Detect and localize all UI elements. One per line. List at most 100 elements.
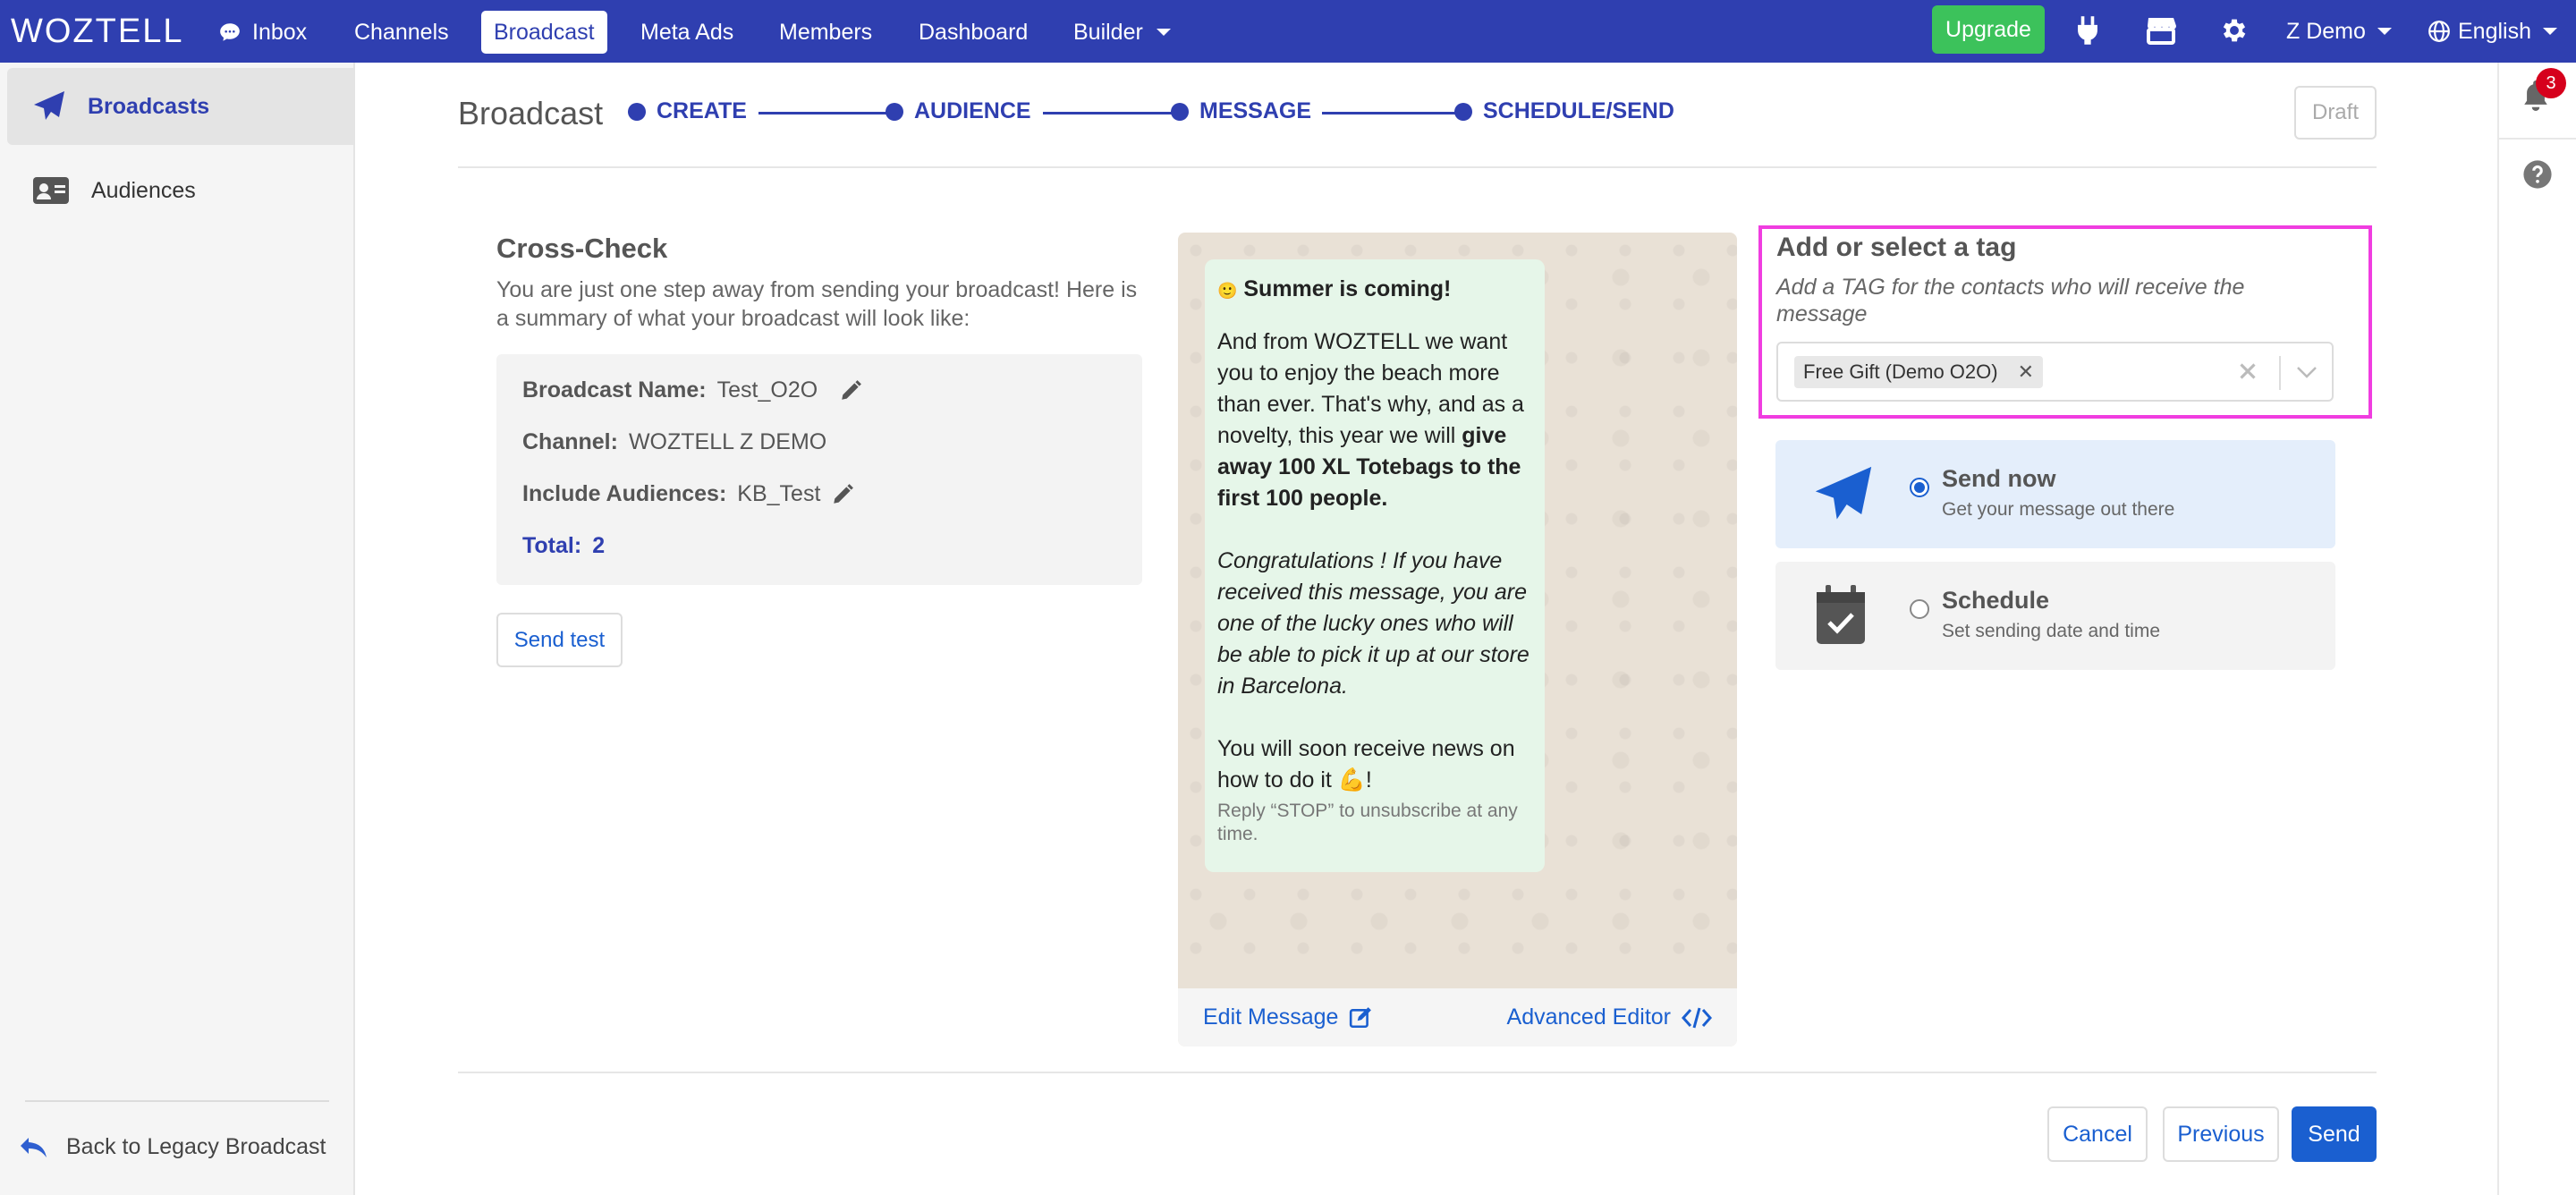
- upgrade-button[interactable]: Upgrade: [1932, 5, 2045, 54]
- advanced-editor-label: Advanced Editor: [1506, 1004, 1671, 1030]
- chat-bubble-icon: [220, 23, 240, 41]
- step-connector: [758, 112, 887, 114]
- caret-down-icon: [1156, 29, 1171, 36]
- send-now-subtitle: Get your message out there: [1942, 499, 2175, 520]
- sidebar-item-label: Audiences: [91, 177, 196, 203]
- send-button[interactable]: Send: [2292, 1106, 2377, 1162]
- summary-label: Include Audiences:: [522, 481, 727, 506]
- draft-button[interactable]: Draft: [2294, 86, 2377, 140]
- notification-badge: 3: [2536, 68, 2566, 98]
- step-message[interactable]: MESSAGE: [1171, 98, 1311, 124]
- step-connector: [1043, 112, 1172, 114]
- nav-dashboard-label: Dashboard: [919, 19, 1029, 45]
- header-divider: [458, 166, 2377, 168]
- tag-chip: Free Gift (Demo O2O) ✕: [1794, 356, 2044, 388]
- summary-value: KB_Test: [737, 481, 821, 506]
- send-now-title: Send now: [1942, 465, 2056, 492]
- nav-builder[interactable]: Builder: [1061, 11, 1184, 54]
- step-dot: [1454, 102, 1472, 121]
- crosscheck-description: You are just one step away from sending …: [496, 277, 1138, 331]
- preview-footer-bar: Edit Message Advanced Editor: [1178, 988, 1737, 1047]
- caret-down-icon: [2543, 28, 2557, 35]
- calendar-check-icon: [1817, 585, 1865, 644]
- help-icon[interactable]: [2522, 159, 2553, 194]
- paper-plane-icon: [34, 91, 64, 120]
- back-to-legacy-link[interactable]: Back to Legacy Broadcast: [20, 1134, 326, 1160]
- store-icon[interactable]: [2143, 13, 2179, 48]
- summary-label: Channel:: [522, 429, 618, 454]
- rail-divider: [2499, 138, 2576, 140]
- nav-inbox-label: Inbox: [252, 19, 308, 45]
- remove-tag-icon[interactable]: ✕: [2018, 360, 2034, 384]
- nav-inbox[interactable]: Inbox: [206, 11, 319, 54]
- send-now-radio[interactable]: [1910, 478, 1929, 497]
- message-title: Summer is coming!: [1243, 276, 1452, 301]
- tag-select-input[interactable]: Free Gift (Demo O2O) ✕: [1776, 342, 2334, 402]
- reply-all-icon: [21, 1137, 47, 1157]
- summary-total: Total: 2: [522, 533, 605, 559]
- tag-section-subtitle: Add a TAG for the contacts who will rece…: [1776, 275, 2245, 326]
- summary-audiences: Include Audiences: KB_Test: [522, 481, 854, 507]
- schedule-option[interactable]: Schedule Set sending date and time: [1775, 562, 2335, 670]
- nav-channels[interactable]: Channels: [342, 11, 462, 54]
- schedule-subtitle: Set sending date and time: [1942, 621, 2161, 641]
- pencil-icon[interactable]: [831, 483, 854, 506]
- step-label: AUDIENCE: [914, 98, 1031, 123]
- emoji: 🙂: [1217, 282, 1238, 300]
- clear-icon[interactable]: [2234, 358, 2261, 385]
- edit-message-link[interactable]: Edit Message: [1203, 1004, 1372, 1030]
- step-label: SCHEDULE/SEND: [1483, 98, 1674, 123]
- gear-icon[interactable]: [2216, 13, 2252, 48]
- sidebar: Broadcasts Audiences Back to Legacy Broa…: [0, 63, 355, 1195]
- woztell-logo[interactable]: WOZTELL: [11, 13, 183, 51]
- step-create[interactable]: CREATE: [628, 98, 747, 124]
- message-footer: Reply “STOP” to unsubscribe at any time.: [1217, 801, 1518, 844]
- previous-button[interactable]: Previous: [2163, 1106, 2279, 1162]
- select-separator: [2279, 356, 2281, 390]
- pencil-icon[interactable]: [839, 379, 862, 403]
- edit-square-icon: [1350, 1006, 1372, 1028]
- nav-dashboard[interactable]: Dashboard: [906, 11, 1040, 54]
- paper-plane-icon: [1815, 466, 1872, 520]
- nav-broadcast-label: Broadcast: [494, 19, 595, 45]
- sidebar-item-audiences[interactable]: Audiences: [7, 152, 353, 229]
- summary-value: WOZTELL Z DEMO: [628, 429, 827, 454]
- schedule-title: Schedule: [1942, 587, 2050, 614]
- step-dot: [886, 102, 903, 121]
- nav-broadcast[interactable]: Broadcast: [481, 11, 607, 54]
- step-dot: [628, 102, 646, 121]
- message-italic-paragraph: Congratulations ! If you have received t…: [1217, 548, 1530, 699]
- code-icon: [1682, 1007, 1712, 1028]
- right-rail: [2497, 63, 2576, 1195]
- globe-icon: [2428, 21, 2450, 42]
- summary-label: Total:: [522, 533, 582, 558]
- message-paragraph: You will soon receive news on how to do …: [1217, 736, 1515, 792]
- tag-section-title: Add or select a tag: [1776, 233, 2017, 262]
- user-menu[interactable]: Z Demo: [2286, 11, 2393, 52]
- language-menu[interactable]: English: [2428, 11, 2558, 52]
- step-schedule-send[interactable]: SCHEDULE/SEND: [1454, 98, 1674, 124]
- step-audience[interactable]: AUDIENCE: [886, 98, 1031, 124]
- advanced-editor-link[interactable]: Advanced Editor: [1507, 1004, 1712, 1030]
- sidebar-item-broadcasts[interactable]: Broadcasts: [7, 68, 353, 145]
- send-test-button[interactable]: Send test: [496, 613, 623, 667]
- caret-down-icon: [2377, 28, 2392, 35]
- summary-label: Broadcast Name:: [522, 377, 707, 403]
- crosscheck-title: Cross-Check: [496, 233, 668, 264]
- nav-meta-ads[interactable]: Meta Ads: [628, 11, 746, 54]
- nav-members-label: Members: [779, 19, 873, 45]
- id-card-icon: [33, 177, 69, 204]
- user-name: Z Demo: [2286, 18, 2366, 44]
- cancel-button[interactable]: Cancel: [2047, 1106, 2148, 1162]
- top-navbar: WOZTELL Inbox Channels Broadcast Meta Ad…: [0, 0, 2576, 63]
- summary-value: Test_O2O: [716, 377, 818, 403]
- schedule-radio[interactable]: [1910, 599, 1929, 619]
- language-label: English: [2458, 18, 2531, 44]
- chevron-down-icon[interactable]: [2295, 363, 2318, 381]
- send-now-option[interactable]: Send now Get your message out there: [1775, 440, 2335, 548]
- summary-channel: Channel: WOZTELL Z DEMO: [522, 429, 826, 455]
- sidebar-divider: [25, 1100, 329, 1102]
- plug-icon[interactable]: [2070, 13, 2106, 48]
- nav-members[interactable]: Members: [767, 11, 885, 54]
- summary-broadcast-name: Broadcast Name: Test_O2O: [522, 377, 862, 403]
